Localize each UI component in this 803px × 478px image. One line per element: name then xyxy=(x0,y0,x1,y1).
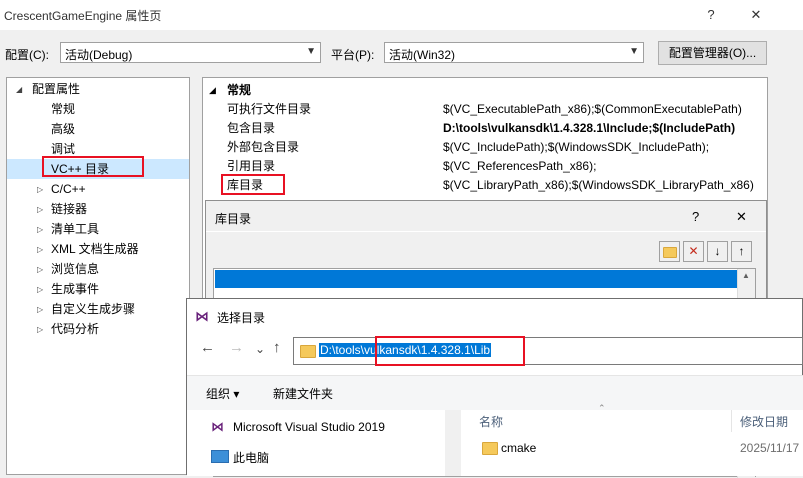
close-button[interactable]: ✕ xyxy=(736,209,747,225)
tree-item-advanced[interactable]: 高级 xyxy=(51,119,75,139)
collapsed-triangle-icon[interactable]: ▷ xyxy=(37,205,43,214)
new-line-button[interactable] xyxy=(659,241,680,262)
chevron-down-icon: ▼ xyxy=(306,46,316,57)
expanded-triangle-icon[interactable]: ◢ xyxy=(16,85,22,94)
tree-item-build-events[interactable]: 生成事件 xyxy=(51,279,99,299)
property-value: D:\tools\vulkansdk\1.4.328.1\Include;$(I… xyxy=(443,121,736,135)
highlight-box xyxy=(221,174,285,195)
forward-arrow-icon[interactable]: → xyxy=(229,339,244,356)
property-value: $(VC_LibraryPath_x86);$(WindowsSDK_Libra… xyxy=(443,178,754,192)
help-button[interactable]: ? xyxy=(700,4,722,26)
collapsed-triangle-icon[interactable]: ▷ xyxy=(37,185,43,194)
configuration-manager-button[interactable]: 配置管理器(O)... xyxy=(658,41,767,65)
move-up-button[interactable]: ↑ xyxy=(731,241,752,262)
grid-row[interactable]: 库目录 $(VC_LibraryPath_x86);$(WindowsSDK_L… xyxy=(203,176,767,195)
section-header[interactable]: ◢ 常规 xyxy=(203,81,767,100)
new-folder-icon xyxy=(662,247,677,258)
collapsed-triangle-icon[interactable]: ▷ xyxy=(37,305,43,314)
property-value: $(VC_IncludePath);$(WindowsSDK_IncludePa… xyxy=(443,140,710,154)
collapsed-triangle-icon[interactable]: ▷ xyxy=(37,225,43,234)
column-header-name[interactable]: 名称 xyxy=(479,413,503,430)
file-list: 名称 ⌃ 修改日期 cmake 2025/11/17 xyxy=(461,403,803,476)
grid-row[interactable]: 可执行文件目录 $(VC_ExecutablePath_x86);$(Commo… xyxy=(203,100,767,119)
close-button[interactable]: ✕ xyxy=(745,4,767,26)
command-bar: 组织 ▾ 新建文件夹 xyxy=(187,375,803,411)
platform-select[interactable]: 活动(Win32) ▼ xyxy=(384,42,644,63)
folder-icon xyxy=(300,345,316,358)
collapsed-triangle-icon[interactable]: ▷ xyxy=(37,325,43,334)
dialog-title: 选择目录 xyxy=(217,311,266,325)
chevron-down-icon: ▼ xyxy=(629,46,639,57)
collapsed-triangle-icon[interactable]: ▷ xyxy=(37,285,43,294)
computer-icon xyxy=(211,450,229,463)
grid-row[interactable]: 外部包含目录 $(VC_IncludePath);$(WindowsSDK_In… xyxy=(203,138,767,157)
property-value: $(VC_ExecutablePath_x86);$(CommonExecuta… xyxy=(443,102,742,116)
property-name: 可执行文件目录 xyxy=(227,102,312,116)
address-bar[interactable]: D:\tools\vulkansdk\1.4.328.1\Lib xyxy=(293,337,803,365)
tree-item-browse-info[interactable]: 浏览信息 xyxy=(51,259,99,279)
config-value: 活动(Debug) xyxy=(65,48,133,62)
title-bar: CrescentGameEngine 属性页 ? ✕ xyxy=(0,0,803,30)
nav-item-this-pc[interactable]: 此电脑 xyxy=(233,449,269,466)
section-label: 常规 xyxy=(227,83,252,97)
tree-item-custom-build[interactable]: 自定义生成步骤 xyxy=(51,299,135,319)
organize-menu[interactable]: 组织 ▾ xyxy=(206,385,239,402)
move-down-button[interactable]: ↓ xyxy=(707,241,728,262)
new-folder-button[interactable]: 新建文件夹 xyxy=(273,385,333,402)
tree-item-xml-doc[interactable]: XML 文档生成器 xyxy=(51,239,139,259)
delete-button[interactable]: ✕ xyxy=(683,241,704,262)
property-tree: ◢ 配置属性 常规 高级 调试 VC++ 目录 ▷ C/C++ ▷ 链接器 ▷ … xyxy=(6,77,190,475)
file-modified: 2025/11/17 xyxy=(740,441,800,455)
recent-locations-icon[interactable]: ⌄ xyxy=(255,342,265,356)
select-directory-dialog: ⋈ 选择目录 ← → ⌄ ↑ D:\tools\vulkansdk\1.4.32… xyxy=(186,298,803,476)
tree-item-manifest-tool[interactable]: 清单工具 xyxy=(51,219,99,239)
highlight-box xyxy=(42,156,144,177)
platform-value: 活动(Win32) xyxy=(389,48,456,62)
scroll-up-icon[interactable]: ▲ xyxy=(742,271,750,280)
navigation-pane: ⋈ Microsoft Visual Studio 2019 此电脑 xyxy=(187,410,445,476)
grid-row[interactable]: 包含目录 D:\tools\vulkansdk\1.4.328.1\Includ… xyxy=(203,119,767,138)
sort-chevron-icon: ⌃ xyxy=(598,403,606,413)
visual-studio-icon: ⋈ xyxy=(211,419,224,434)
up-arrow-icon[interactable]: ↑ xyxy=(273,339,281,356)
highlight-box xyxy=(375,336,525,366)
pane-divider[interactable] xyxy=(445,410,461,476)
folder-icon xyxy=(482,442,498,455)
back-arrow-icon[interactable]: ← xyxy=(200,339,215,356)
tree-item-code-analysis[interactable]: 代码分析 xyxy=(51,319,99,339)
collapsed-triangle-icon[interactable]: ▷ xyxy=(37,245,43,254)
column-divider[interactable] xyxy=(731,410,732,432)
tree-root[interactable]: 配置属性 xyxy=(32,79,80,99)
nav-item-visual-studio[interactable]: Microsoft Visual Studio 2019 xyxy=(233,420,385,434)
collapsed-triangle-icon[interactable]: ▷ xyxy=(37,265,43,274)
column-header-modified[interactable]: 修改日期 xyxy=(740,413,788,430)
list-item-selected[interactable] xyxy=(215,270,737,288)
dialog-title: 库目录 xyxy=(215,212,252,226)
config-select[interactable]: 活动(Debug) ▼ xyxy=(60,42,321,63)
property-name: 外部包含目录 xyxy=(227,140,300,154)
tree-item-linker[interactable]: 链接器 xyxy=(51,199,87,219)
window-title: CrescentGameEngine 属性页 xyxy=(4,9,162,23)
property-value: $(VC_ReferencesPath_x86); xyxy=(443,159,597,173)
visual-studio-icon: ⋈ xyxy=(195,308,209,324)
tree-item-cpp[interactable]: C/C++ xyxy=(51,179,86,199)
property-name: 包含目录 xyxy=(227,121,276,135)
tree-item-general[interactable]: 常规 xyxy=(51,99,75,119)
file-name: cmake xyxy=(501,441,537,455)
file-row[interactable]: cmake 2025/11/17 xyxy=(461,436,803,460)
expanded-triangle-icon: ◢ xyxy=(209,85,216,95)
grid-row[interactable]: 引用目录 $(VC_ReferencesPath_x86); xyxy=(203,157,767,176)
config-label: 配置(C): xyxy=(5,48,49,62)
platform-label: 平台(P): xyxy=(331,48,375,62)
help-button[interactable]: ? xyxy=(692,209,699,224)
